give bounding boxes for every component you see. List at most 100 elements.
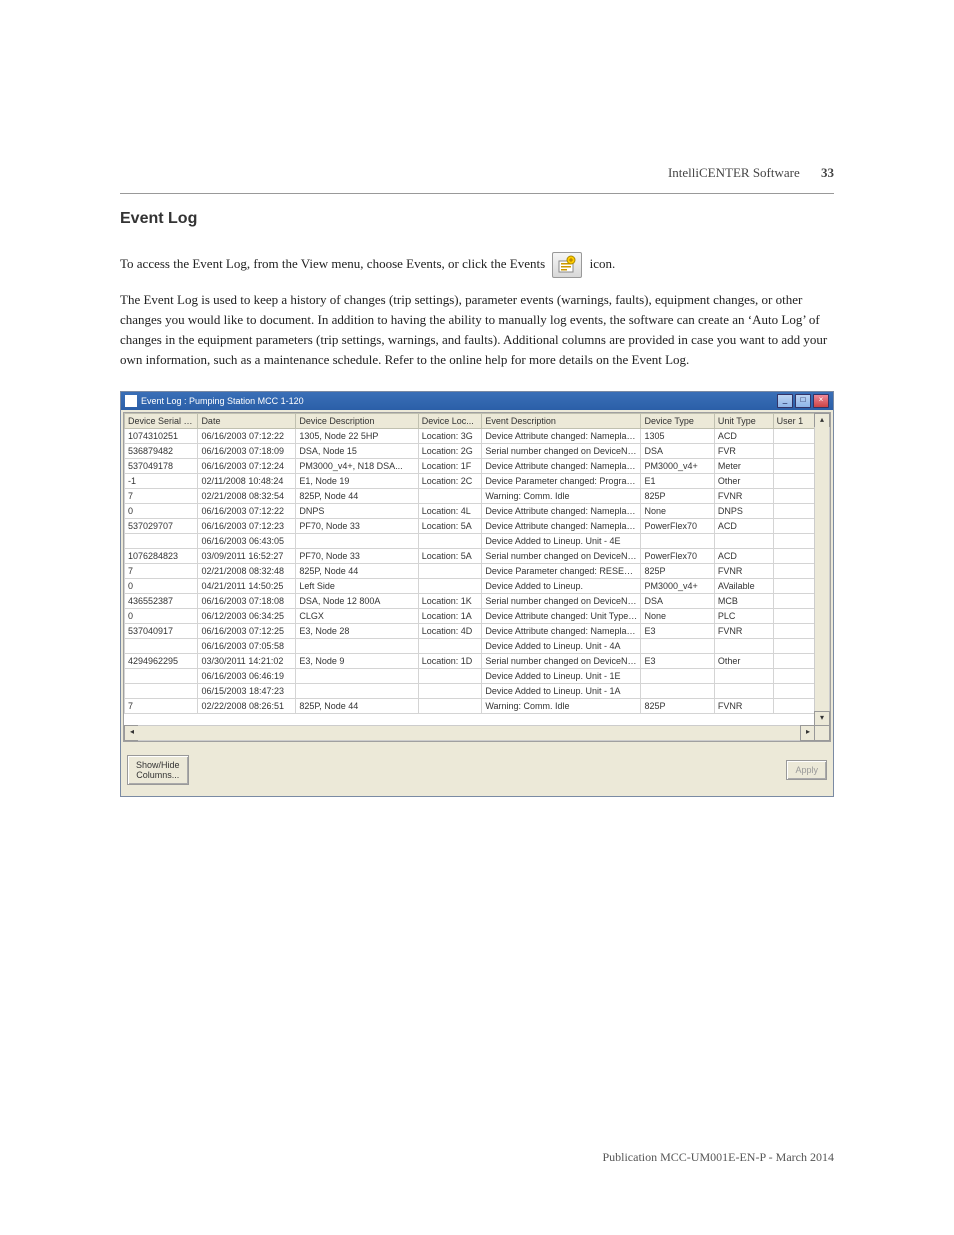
col-header-devtype[interactable]: Device Type	[641, 413, 714, 428]
table-cell[interactable]	[641, 668, 714, 683]
table-cell[interactable]	[641, 683, 714, 698]
table-cell[interactable]	[418, 488, 482, 503]
table-cell[interactable]: E3	[641, 653, 714, 668]
table-cell[interactable]: Location: 1F	[418, 458, 482, 473]
table-cell[interactable]: Device Added to Lineup. Unit - 1A	[482, 683, 641, 698]
table-cell[interactable]: Location: 1D	[418, 653, 482, 668]
table-cell[interactable]: 7	[125, 698, 198, 713]
table-cell[interactable]: FVNR	[714, 563, 773, 578]
table-cell[interactable]	[714, 683, 773, 698]
table-cell[interactable]: Device Attribute changed: Nameplate ...	[482, 518, 641, 533]
col-header-devdesc[interactable]: Device Description	[296, 413, 418, 428]
col-header-unittype[interactable]: Unit Type	[714, 413, 773, 428]
table-cell[interactable]	[125, 683, 198, 698]
table-cell[interactable]: Device Attribute changed: Nameplate ...	[482, 428, 641, 443]
table-cell[interactable]	[125, 668, 198, 683]
table-cell[interactable]	[418, 533, 482, 548]
table-cell[interactable]	[296, 668, 418, 683]
table-cell[interactable]: 0	[125, 578, 198, 593]
table-cell[interactable]: Device Parameter changed: Program ...	[482, 473, 641, 488]
table-row[interactable]: 702/22/2008 08:26:51825P, Node 44Warning…	[125, 698, 830, 713]
table-cell[interactable]: Device Attribute changed: Nameplate ...	[482, 458, 641, 473]
table-cell[interactable]: 825P	[641, 488, 714, 503]
table-cell[interactable]: Other	[714, 473, 773, 488]
table-cell[interactable]	[418, 563, 482, 578]
table-cell[interactable]: E3	[641, 623, 714, 638]
table-cell[interactable]: ACD	[714, 548, 773, 563]
table-cell[interactable]: Device Attribute changed: Unit Type= ...	[482, 608, 641, 623]
table-row[interactable]: 702/21/2008 08:32:48825P, Node 44Device …	[125, 563, 830, 578]
vertical-scrollbar[interactable]	[814, 427, 830, 713]
table-cell[interactable]: Device Attribute changed: Nameplate ...	[482, 503, 641, 518]
table-cell[interactable]: E3, Node 28	[296, 623, 418, 638]
table-cell[interactable]: 825P	[641, 698, 714, 713]
grid-header-row[interactable]: Device Serial N... Date Device Descripti…	[125, 413, 830, 428]
table-cell[interactable]: 06/16/2003 06:46:19	[198, 668, 296, 683]
table-cell[interactable]: Location: 5A	[418, 548, 482, 563]
table-cell[interactable]: Device Added to Lineup. Unit - 1E	[482, 668, 641, 683]
table-cell[interactable]: Device Added to Lineup. Unit - 4A	[482, 638, 641, 653]
table-cell[interactable]: PM3000_v4+	[641, 578, 714, 593]
apply-button[interactable]: Apply	[786, 760, 827, 780]
table-row[interactable]: 702/21/2008 08:32:54825P, Node 44Warning…	[125, 488, 830, 503]
table-cell[interactable]	[125, 638, 198, 653]
table-cell[interactable]: Location: 4L	[418, 503, 482, 518]
minimize-button[interactable]: _	[777, 394, 793, 408]
table-cell[interactable]: 7	[125, 563, 198, 578]
table-cell[interactable]: 06/16/2003 07:12:24	[198, 458, 296, 473]
table-cell[interactable]: PLC	[714, 608, 773, 623]
table-cell[interactable]: DNPS	[296, 503, 418, 518]
table-cell[interactable]: 825P, Node 44	[296, 698, 418, 713]
table-cell[interactable]	[418, 683, 482, 698]
table-cell[interactable]: 06/16/2003 07:12:22	[198, 503, 296, 518]
table-cell[interactable]: ACD	[714, 518, 773, 533]
col-header-loc[interactable]: Device Loc...	[418, 413, 482, 428]
table-row[interactable]: 06/16/2003 06:46:19 Device Added to Lineu…	[125, 668, 830, 683]
table-cell[interactable]	[296, 638, 418, 653]
table-cell[interactable]: None	[641, 608, 714, 623]
table-cell[interactable]: Serial number changed on DeviceNet ...	[482, 443, 641, 458]
table-cell[interactable]	[714, 668, 773, 683]
table-cell[interactable]: DSA	[641, 593, 714, 608]
table-cell[interactable]: 06/16/2003 06:43:05	[198, 533, 296, 548]
col-header-date[interactable]: Date	[198, 413, 296, 428]
table-cell[interactable]	[125, 533, 198, 548]
table-cell[interactable]: 825P	[641, 563, 714, 578]
table-cell[interactable]: 1074310251	[125, 428, 198, 443]
event-grid[interactable]: Device Serial N... Date Device Descripti…	[124, 413, 830, 714]
table-cell[interactable]: Serial number changed on DeviceNet ...	[482, 548, 641, 563]
table-cell[interactable]: DSA, Node 15	[296, 443, 418, 458]
table-row[interactable]: 006/16/2003 07:12:22DNPSLocation: 4LDevi…	[125, 503, 830, 518]
table-cell[interactable]: Location: 1A	[418, 608, 482, 623]
table-cell[interactable]: Location: 1K	[418, 593, 482, 608]
table-row[interactable]: 53702970706/16/2003 07:12:23PF70, Node 3…	[125, 518, 830, 533]
table-cell[interactable]: Location: 3G	[418, 428, 482, 443]
table-cell[interactable]: FVNR	[714, 488, 773, 503]
table-cell[interactable]: None	[641, 503, 714, 518]
table-cell[interactable]: 03/30/2011 14:21:02	[198, 653, 296, 668]
table-cell[interactable]: 06/15/2003 18:47:23	[198, 683, 296, 698]
table-cell[interactable]: 0	[125, 608, 198, 623]
table-cell[interactable]	[641, 638, 714, 653]
table-cell[interactable]: PowerFlex70	[641, 518, 714, 533]
table-cell[interactable]: Warning: Comm. Idle	[482, 698, 641, 713]
table-cell[interactable]: PM3000_v4+	[641, 458, 714, 473]
table-cell[interactable]: 1305	[641, 428, 714, 443]
table-cell[interactable]: Location: 4D	[418, 623, 482, 638]
col-header-evdesc[interactable]: Event Description	[482, 413, 641, 428]
table-cell[interactable]	[418, 578, 482, 593]
table-cell[interactable]: Serial number changed on DeviceNet ...	[482, 653, 641, 668]
horizontal-scrollbar[interactable]	[138, 725, 802, 741]
table-cell[interactable]: 536879482	[125, 443, 198, 458]
table-row[interactable]: 006/12/2003 06:34:25CLGXLocation: 1ADevi…	[125, 608, 830, 623]
table-cell[interactable]: Device Parameter changed: RESET T...	[482, 563, 641, 578]
table-cell[interactable]: 1305, Node 22 5HP	[296, 428, 418, 443]
table-cell[interactable]: 02/11/2008 10:48:24	[198, 473, 296, 488]
table-cell[interactable]: DNPS	[714, 503, 773, 518]
table-row[interactable]: -102/11/2008 10:48:24E1, Node 19Location…	[125, 473, 830, 488]
table-cell[interactable]: 825P, Node 44	[296, 488, 418, 503]
table-row[interactable]: 107628482303/09/2011 16:52:27PF70, Node …	[125, 548, 830, 563]
table-cell[interactable]	[418, 698, 482, 713]
maximize-button[interactable]: □	[795, 394, 811, 408]
table-cell[interactable]: Other	[714, 653, 773, 668]
